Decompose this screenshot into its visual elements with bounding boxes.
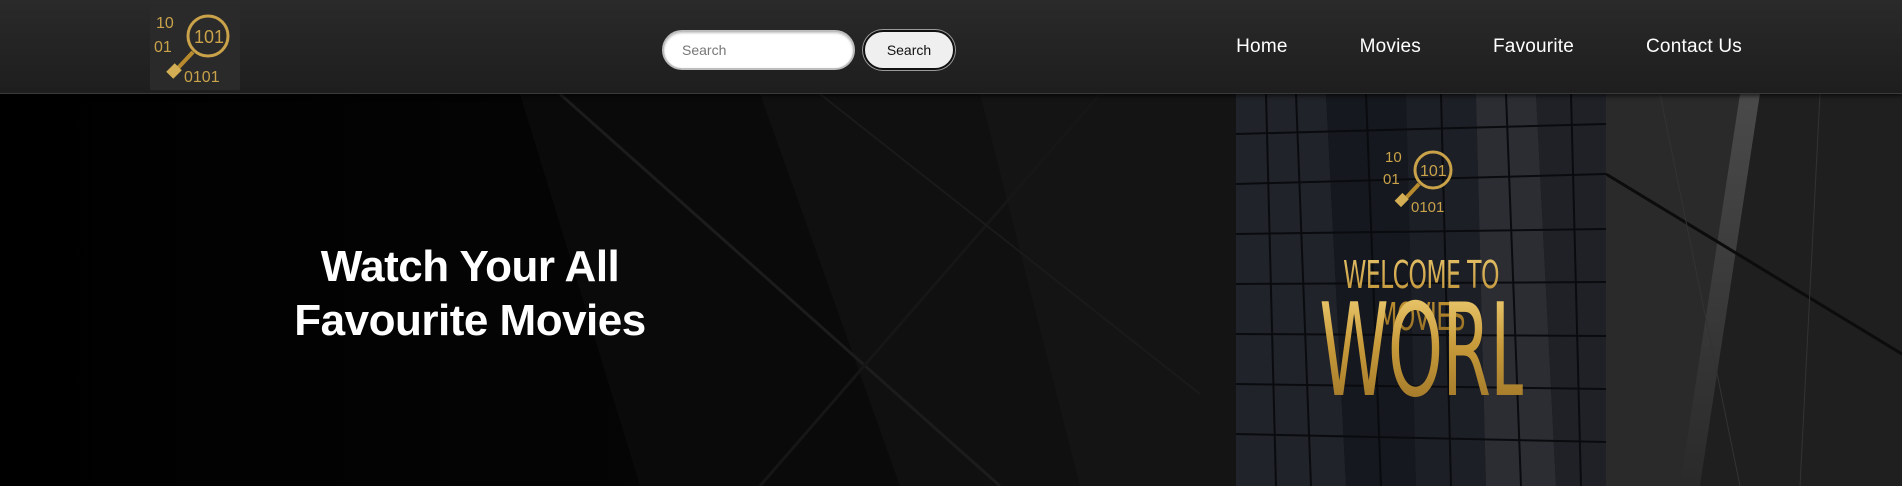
svg-text:101: 101: [1420, 163, 1447, 180]
hero-title-line-1: Watch Your All: [320, 242, 620, 291]
poster-logo: 10 01 101 0101: [1381, 144, 1461, 216]
svg-text:01: 01: [154, 39, 172, 56]
hero-title-line-2: Favourite Movies: [294, 296, 646, 345]
svg-text:10: 10: [1385, 149, 1402, 166]
svg-text:10: 10: [156, 15, 174, 32]
hero-banner: Watch Your All Favourite Movies 10 01 10…: [0, 94, 1902, 486]
svg-text:0101: 0101: [1411, 199, 1444, 216]
nav-link-contact-us[interactable]: Contact Us: [1646, 36, 1742, 58]
hero-title: Watch Your All Favourite Movies: [250, 240, 690, 348]
site-logo[interactable]: 10 01 101 0101: [150, 6, 240, 90]
welcome-poster: 10 01 101 0101 WELCOME TO MOVIES WORLD: [1236, 94, 1606, 486]
navbar: 10 01 101 0101 Search Home Movies Favour…: [0, 0, 1902, 94]
nav-link-home[interactable]: Home: [1236, 36, 1287, 58]
nav-link-favourite[interactable]: Favourite: [1493, 36, 1574, 58]
search-input[interactable]: [662, 30, 855, 70]
poster-world-text: WORLD: [1319, 277, 1582, 426]
main-navigation: Home Movies Favourite Contact Us: [1236, 0, 1742, 94]
magnifier-binary-logo-icon: 10 01 101 0101: [150, 6, 240, 90]
search-bar: Search: [662, 29, 955, 71]
magnifier-binary-logo-icon: 10 01 101 0101: [1383, 149, 1453, 216]
svg-text:01: 01: [1383, 171, 1400, 188]
svg-text:101: 101: [194, 27, 224, 47]
nav-link-movies[interactable]: Movies: [1360, 36, 1421, 58]
svg-text:0101: 0101: [184, 69, 220, 86]
search-button[interactable]: Search: [863, 30, 955, 70]
